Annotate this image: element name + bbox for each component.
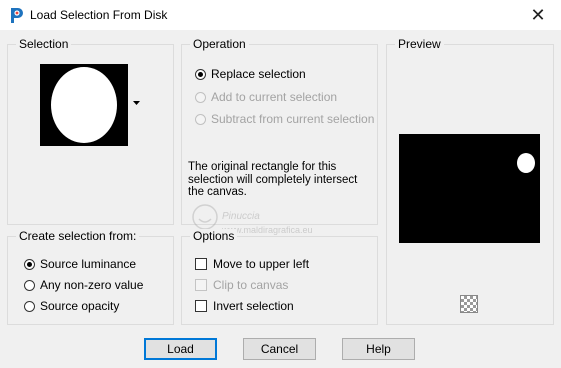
preview-group: Preview [386, 37, 554, 325]
radio-indicator [195, 91, 206, 103]
selection-ellipse [51, 67, 117, 143]
subtract-from-selection-radio: Subtract from current selection [195, 112, 374, 126]
checkbox-box[interactable] [195, 258, 207, 270]
radio-indicator[interactable] [24, 279, 35, 291]
radio-label: Source opacity [40, 299, 120, 313]
preview-group-title: Preview [395, 37, 444, 51]
checkbox-label: Invert selection [213, 299, 294, 313]
watermark-name: Pinuccia [222, 211, 260, 222]
create-from-group-title: Create selection from: [16, 229, 140, 243]
radio-label: Subtract from current selection [211, 112, 375, 126]
replace-selection-radio[interactable]: Replace selection [195, 67, 306, 81]
intersection-info-text: The original rectangle for this selectio… [188, 161, 358, 198]
radio-indicator[interactable] [195, 68, 206, 80]
dropdown-arrow-icon[interactable] [133, 101, 140, 106]
close-button[interactable]: ✕ [515, 0, 561, 30]
source-luminance-radio[interactable]: Source luminance [24, 257, 136, 271]
move-to-upper-left-checkbox[interactable]: Move to upper left [195, 257, 309, 271]
selection-group-title: Selection [16, 37, 72, 51]
operation-group-title: Operation [190, 37, 249, 51]
radio-label: Replace selection [211, 67, 306, 81]
radio-indicator [195, 113, 206, 125]
selection-thumbnail [40, 64, 128, 146]
checkbox-box[interactable] [195, 300, 207, 312]
cancel-button[interactable]: Cancel [243, 338, 316, 360]
radio-indicator[interactable] [24, 300, 35, 312]
preview-canvas [399, 134, 540, 243]
invert-selection-checkbox[interactable]: Invert selection [195, 299, 294, 313]
radio-label: Any non-zero value [40, 278, 144, 292]
close-icon: ✕ [530, 4, 546, 25]
watermark-face-icon [192, 204, 218, 230]
radio-label: Add to current selection [211, 90, 338, 104]
help-button[interactable]: Help [342, 338, 415, 360]
preview-selection-ellipse [517, 153, 535, 173]
any-non-zero-value-radio[interactable]: Any non-zero value [24, 278, 143, 292]
options-group-title: Options [190, 229, 238, 243]
title-bar: Load Selection From Disk ✕ [0, 0, 561, 30]
add-to-selection-radio: Add to current selection [195, 90, 337, 104]
checkerboard-icon[interactable] [460, 295, 478, 313]
checkbox-box [195, 279, 207, 291]
radio-label: Source luminance [40, 257, 137, 271]
load-button[interactable]: Load [144, 338, 217, 360]
window-title: Load Selection From Disk [30, 8, 168, 22]
source-opacity-radio[interactable]: Source opacity [24, 299, 119, 313]
radio-indicator[interactable] [24, 258, 35, 270]
selection-group: Selection [7, 37, 174, 225]
clip-to-canvas-checkbox: Clip to canvas [195, 278, 288, 292]
checkbox-label: Clip to canvas [213, 278, 289, 292]
checkbox-label: Move to upper left [213, 257, 310, 271]
app-icon [11, 8, 23, 23]
